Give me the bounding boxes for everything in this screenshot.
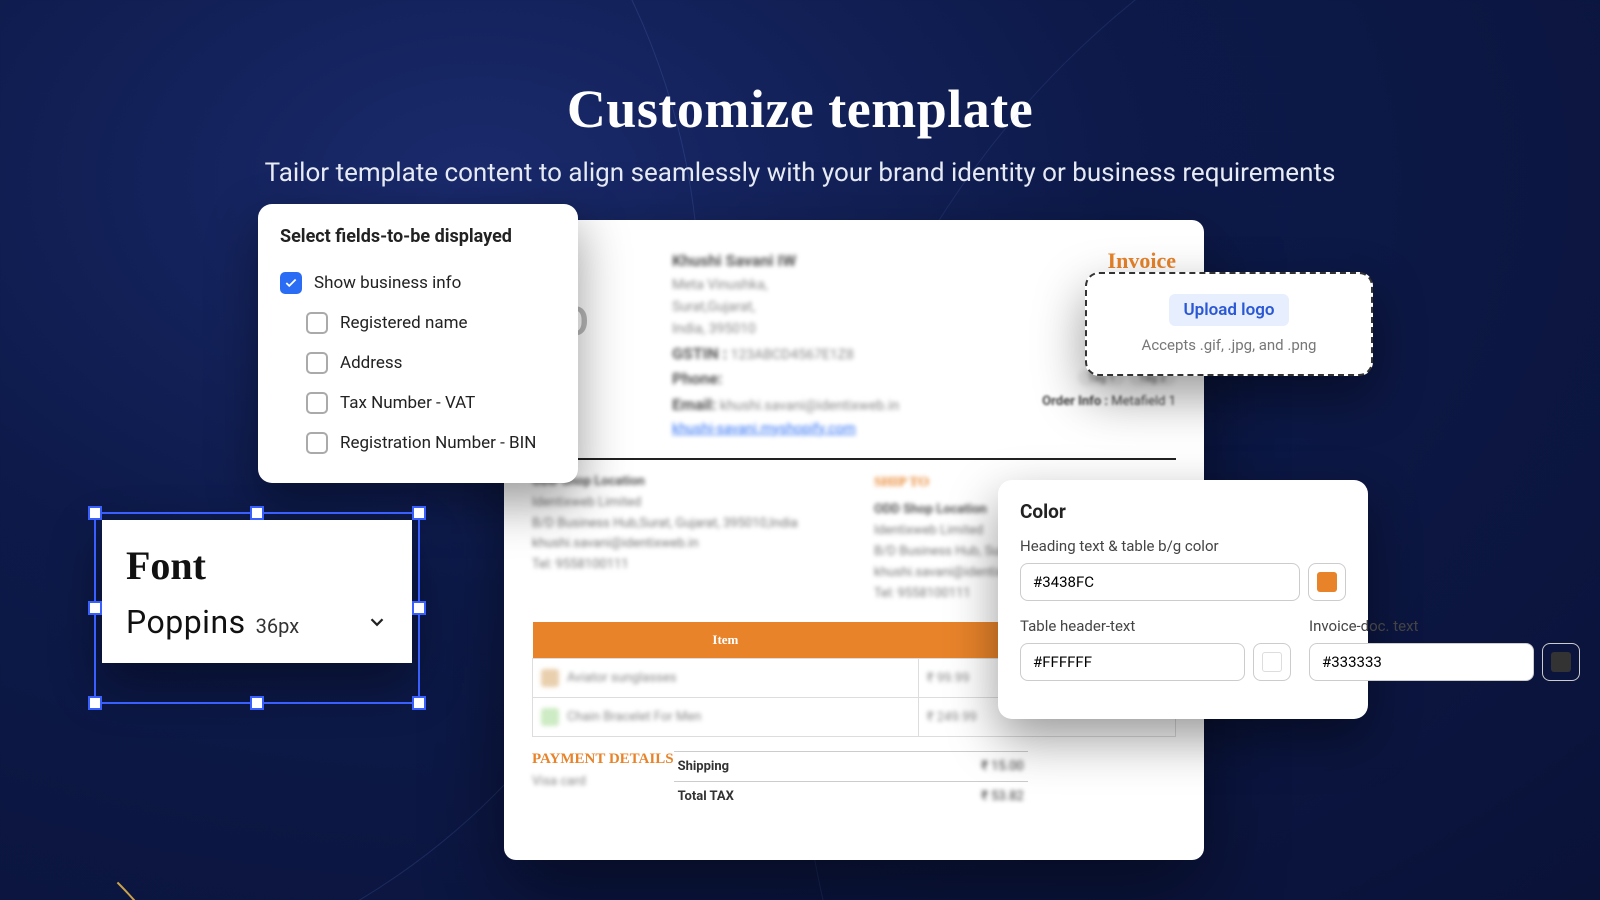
doc-text-color-input[interactable] bbox=[1309, 643, 1534, 681]
font-family-value: Poppins bbox=[126, 603, 246, 641]
field-checkbox-4[interactable]: Registration Number - BIN bbox=[280, 423, 556, 463]
field-checkbox-3[interactable]: Tax Number - VAT bbox=[280, 383, 556, 423]
header-text-color-label: Table header-text bbox=[1020, 617, 1291, 635]
fields-panel-heading: Select fields-to-be displayed bbox=[280, 226, 556, 247]
field-checkbox-1[interactable]: Registered name bbox=[280, 303, 556, 343]
font-family-select[interactable]: Poppins 36px bbox=[126, 603, 388, 641]
invoice-doc-title: Invoice bbox=[996, 248, 1176, 274]
field-label: Tax Number - VAT bbox=[340, 393, 475, 413]
doc-text-color-label: Invoice-doc. text bbox=[1309, 617, 1580, 635]
color-panel-heading: Color bbox=[1020, 500, 1346, 523]
checkbox-icon[interactable] bbox=[306, 352, 328, 374]
field-checkbox-2[interactable]: Address bbox=[280, 343, 556, 383]
primary-color-swatch[interactable] bbox=[1308, 563, 1346, 601]
doc-text-color-swatch[interactable] bbox=[1542, 643, 1580, 681]
primary-color-input[interactable] bbox=[1020, 563, 1300, 601]
header-text-color-input[interactable] bbox=[1020, 643, 1245, 681]
checkbox-icon[interactable] bbox=[306, 432, 328, 454]
header-text-color-swatch[interactable] bbox=[1253, 643, 1291, 681]
invoice-totals: Shipping₹ 15.00 Total TAX₹ 53.82 bbox=[674, 751, 1028, 811]
field-label: Address bbox=[340, 353, 402, 373]
field-checkbox-0[interactable]: Show business info bbox=[280, 263, 556, 303]
chevron-down-icon bbox=[366, 611, 388, 637]
upload-logo-button[interactable]: Upload logo bbox=[1169, 294, 1288, 326]
checkbox-icon[interactable] bbox=[306, 312, 328, 334]
invoice-business-block: Khushi Savani IWMeta Vinushka,Surat,Guja… bbox=[672, 248, 996, 440]
upload-logo-panel[interactable]: Upload logo Accepts .gif, .jpg, and .png bbox=[1085, 272, 1373, 376]
field-label: Registration Number - BIN bbox=[340, 433, 536, 453]
checkbox-checked-icon[interactable] bbox=[280, 272, 302, 294]
primary-color-label: Heading text & table b/g color bbox=[1020, 537, 1346, 555]
font-panel: Font Poppins 36px bbox=[102, 520, 412, 663]
color-panel: Color Heading text & table b/g color Tab… bbox=[998, 480, 1368, 719]
payment-details-heading: PAYMENT DETAILS bbox=[532, 751, 674, 768]
upload-hint: Accepts .gif, .jpg, and .png bbox=[1107, 336, 1351, 354]
field-label: Show business info bbox=[314, 273, 461, 293]
font-size-value: 36px bbox=[256, 614, 300, 638]
font-panel-heading: Font bbox=[126, 542, 388, 589]
bill-to-block: ODD Shop LocationIdentixweb LimitedB/D B… bbox=[532, 472, 834, 604]
fields-selector-panel: Select fields-to-be displayed Show busin… bbox=[258, 204, 578, 483]
field-label: Registered name bbox=[340, 313, 468, 333]
checkbox-icon[interactable] bbox=[306, 392, 328, 414]
